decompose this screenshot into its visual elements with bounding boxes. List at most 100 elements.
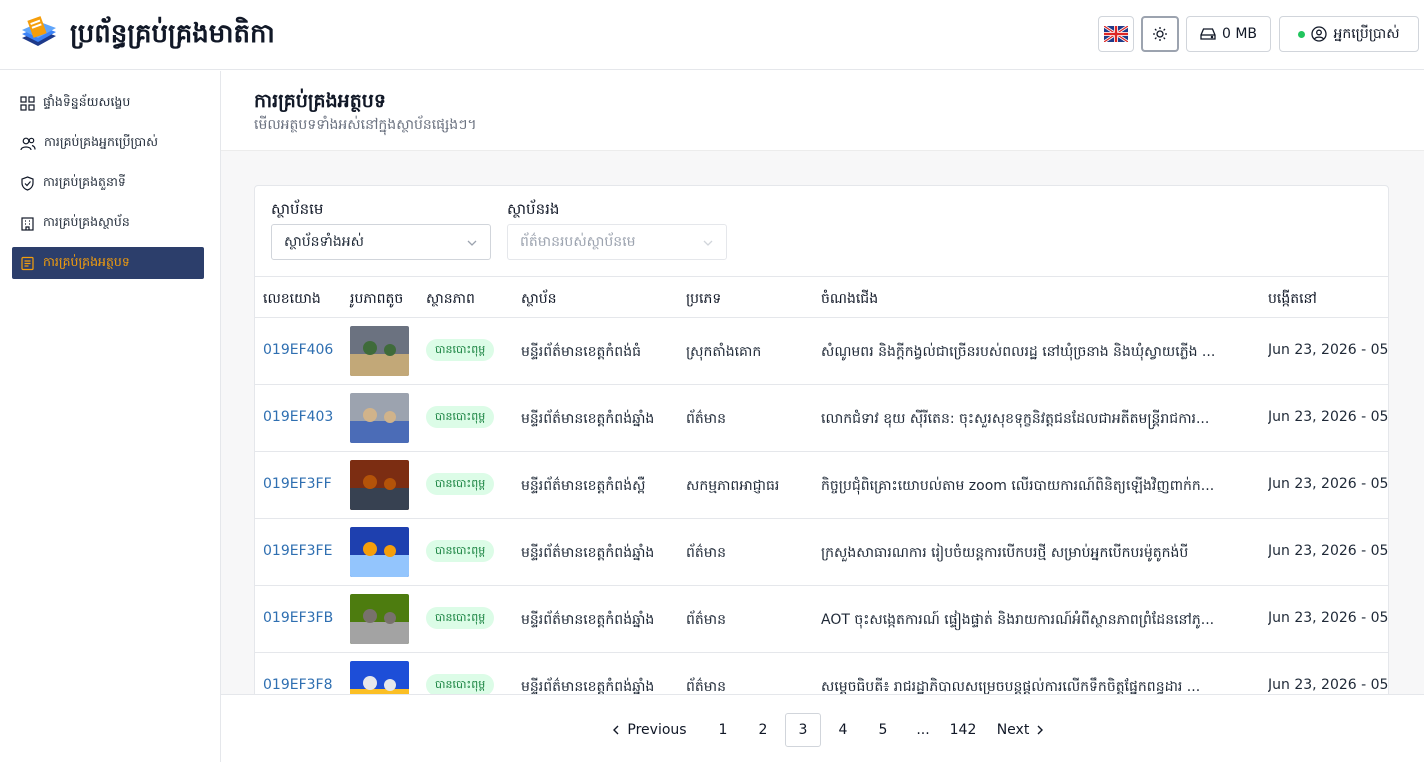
storage-button[interactable]: 0 MB <box>1186 16 1271 52</box>
page-button-5[interactable]: 5 <box>865 713 901 747</box>
article-title[interactable]: លោកជំទាវ ឧុយ ស៊ីរីតេន: ចុះសួរសុខទុក្ខនិវ… <box>821 409 1251 430</box>
app-title: ប្រព័ន្ធគ្រប់គ្រងមាតិកា <box>70 19 275 49</box>
previous-label: Previous <box>627 722 687 738</box>
article-created-date: Jun 23, 2026 - 05: <box>1268 677 1389 693</box>
sidebar-item-label: ការគ្រប់គ្រងតួនាទី <box>43 173 126 189</box>
online-status-dot <box>1298 30 1306 38</box>
next-page-button[interactable]: Next <box>991 713 1051 747</box>
article-created-date: Jun 23, 2026 - 05: <box>1268 476 1389 492</box>
sidebar-item-label: ផ្ទាំងទិន្នន័យសង្ខេប <box>43 93 131 109</box>
status-badge: បានបោះពុម្ព <box>426 540 495 562</box>
sidebar-item-organizations[interactable]: ការគ្រប់គ្រងស្ថាប័ន <box>12 207 204 239</box>
article-category: សកម្មភាពអាជ្ញាធរ <box>686 478 780 494</box>
articles-card: ស្ថាប័នមេ ស្ថាប័នទាំងអស់ ស្ថាប័នរង ព័ត៌ម… <box>254 185 1389 705</box>
chevron-left-icon <box>613 725 619 735</box>
status-badge: បានបោះពុម្ព <box>426 473 495 495</box>
table-row[interactable]: 019EF3FF បានបោះពុម្ព មន្ទីរព័ត៌មានខេត្តកំព… <box>255 452 1389 519</box>
child-org-label: ស្ថាប័នរង <box>507 200 560 218</box>
parent-org-label: ស្ថាប័នមេ <box>271 200 324 218</box>
child-org-placeholder: ព័ត៌មានរបស់ស្ថាប័នមេ <box>520 233 636 250</box>
column-header-category[interactable]: ប្រភេទ <box>686 289 721 310</box>
article-organization: មន្ទីរព័ត៌មានខេត្តកំពង់ឆ្នាំង <box>521 545 655 561</box>
article-thumbnail <box>350 594 409 644</box>
article-ref-link[interactable]: 019EF406 <box>263 342 343 358</box>
column-header-thumbnail[interactable]: រូបភាពតូច <box>350 289 403 310</box>
column-header-organization[interactable]: ស្ថាប័ន <box>521 289 557 310</box>
article-category: ព័ត៌មាន <box>686 411 726 427</box>
sidebar-item-users[interactable]: ការគ្រប់គ្រងអ្នកប្រើប្រាស់ <box>12 127 204 159</box>
article-title[interactable]: AOT ចុះសង្កេតការណ៍ ផ្ទៀងផ្ទាត់ និងរាយការ… <box>821 610 1251 631</box>
page-button-2[interactable]: 2 <box>745 713 781 747</box>
chevron-down-icon <box>467 240 477 246</box>
parent-org-select[interactable]: ស្ថាប័នទាំងអស់ <box>271 224 491 260</box>
article-icon <box>21 256 34 270</box>
article-organization: មន្ទីរព័ត៌មានខេត្តកំពង់ឆ្នាំង <box>521 411 655 427</box>
users-icon <box>20 137 36 150</box>
table-row[interactable]: 019EF403 បានបោះពុម្ព មន្ទីរព័ត៌មានខេត្តកំព… <box>255 385 1389 452</box>
building-icon <box>21 216 34 231</box>
user-menu-button[interactable]: អ្នកប្រើប្រាស់ <box>1279 16 1419 52</box>
page-header: ការគ្រប់គ្រងអត្ថបទ មើលអត្ថបទទាំងអស់នៅក្ន… <box>221 71 1424 151</box>
page-button-3-current[interactable]: 3 <box>785 713 821 747</box>
article-organization: មន្ទីរព័ត៌មានខេត្តកំពង់ស្ពឺ <box>521 478 646 494</box>
article-ref-link[interactable]: 019EF3FE <box>263 543 343 559</box>
pagination: Previous 1 2 3 4 5 ... 142 Next <box>221 694 1424 762</box>
article-title[interactable]: សំណូមពរ និងក្តីកង្វល់ជាច្រើនរបស់ពលរដ្ឋ ន… <box>821 342 1251 363</box>
uk-flag-icon <box>1104 26 1128 42</box>
dashboard-icon <box>20 95 35 111</box>
page-title: ការគ្រប់គ្រងអត្ថបទ <box>254 90 386 112</box>
status-badge: បានបោះពុម្ព <box>426 674 495 696</box>
storage-value: 0 MB <box>1221 26 1258 42</box>
article-category: ស្រុកតាំងគោក <box>686 344 762 360</box>
table-row[interactable]: 019EF3FB បានបោះពុម្ព មន្ទីរព័ត៌មានខេត្តកំព… <box>255 586 1389 653</box>
column-header-ref[interactable]: លេខយោង <box>263 289 321 310</box>
column-header-title[interactable]: ចំណងជើង <box>821 289 878 310</box>
article-ref-link[interactable]: 019EF3F8 <box>263 677 343 693</box>
article-created-date: Jun 23, 2026 - 05: <box>1268 610 1389 626</box>
table-row[interactable]: 019EF406 បានបោះពុម្ព មន្ទីរព័ត៌មានខេត្តកំព… <box>255 318 1388 385</box>
user-label: អ្នកប្រើប្រាស់ <box>1333 25 1400 42</box>
page-subtitle: មើលអត្ថបទទាំងអស់នៅក្នុងស្ថាប័នផ្សេងៗ។ <box>254 117 477 133</box>
column-header-created[interactable]: បង្កើតនៅ <box>1268 289 1317 310</box>
article-thumbnail <box>350 460 409 510</box>
user-circle-icon <box>1311 26 1328 42</box>
language-button[interactable] <box>1098 16 1134 52</box>
sidebar-item-label: ការគ្រប់គ្រងអត្ថបទ <box>43 253 130 269</box>
main-content: ការគ្រប់គ្រងអត្ថបទ មើលអត្ថបទទាំងអស់នៅក្ន… <box>221 71 1424 762</box>
hard-drive-icon <box>1200 28 1216 40</box>
article-ref-link[interactable]: 019EF403 <box>263 409 343 425</box>
table-header: លេខយោង រូបភាពតូច ស្ថានភាព ស្ថាប័ន ប្រភេទ… <box>255 276 1388 318</box>
article-created-date: Jun 23, 2026 - 05: <box>1268 409 1389 425</box>
article-thumbnail <box>350 393 409 443</box>
table-row[interactable]: 019EF3FE បានបោះពុម្ព មន្ទីរព័ត៌មានខេត្តកំព… <box>255 519 1389 586</box>
status-badge: បានបោះពុម្ព <box>426 607 495 629</box>
app-header: ប្រព័ន្ធគ្រប់គ្រងមាតិកា 0 MB អ្នកប្រើប្រ… <box>0 0 1424 70</box>
next-label: Next <box>996 722 1030 738</box>
page-button-1[interactable]: 1 <box>705 713 741 747</box>
article-thumbnail <box>350 326 409 376</box>
child-org-select[interactable]: ព័ត៌មានរបស់ស្ថាប័នមេ <box>507 224 727 260</box>
chevron-right-icon <box>1037 725 1044 735</box>
article-title[interactable]: កិច្ចប្រជុំពិគ្រោះយោបល់តាម zoom លើរបាយកា… <box>821 476 1251 497</box>
page-button-142[interactable]: 142 <box>945 713 981 747</box>
app-logo-icon <box>22 16 56 46</box>
theme-toggle-button[interactable] <box>1141 16 1179 52</box>
sidebar-item-label: ការគ្រប់គ្រងអ្នកប្រើប្រាស់ <box>44 133 159 149</box>
sidebar-item-dashboard[interactable]: ផ្ទាំងទិន្នន័យសង្ខេប <box>12 87 204 119</box>
pagination-ellipsis: ... <box>916 722 930 738</box>
parent-org-value: ស្ថាប័នទាំងអស់ <box>284 233 364 250</box>
article-created-date: Jun 23, 2026 - 05: <box>1268 543 1389 559</box>
article-ref-link[interactable]: 019EF3FF <box>263 476 343 492</box>
sidebar-item-label: ការគ្រប់គ្រងស្ថាប័ន <box>43 213 130 229</box>
article-ref-link[interactable]: 019EF3FB <box>263 610 343 626</box>
previous-page-button[interactable]: Previous <box>609 713 689 747</box>
article-title[interactable]: ក្រសួងសាធារណការ រៀបចំយន្តការបើកបរថ្មី សម… <box>821 543 1251 564</box>
sidebar-item-roles[interactable]: ការគ្រប់គ្រងតួនាទី <box>12 167 204 199</box>
page-button-4[interactable]: 4 <box>825 713 861 747</box>
chevron-down-icon <box>703 240 713 246</box>
article-thumbnail <box>350 527 409 577</box>
article-organization: មន្ទីរព័ត៌មានខេត្តកំពង់ធំ <box>521 344 641 360</box>
sidebar-item-articles[interactable]: ការគ្រប់គ្រងអត្ថបទ <box>12 247 204 279</box>
shield-icon <box>21 175 34 191</box>
column-header-status[interactable]: ស្ថានភាព <box>426 289 475 310</box>
